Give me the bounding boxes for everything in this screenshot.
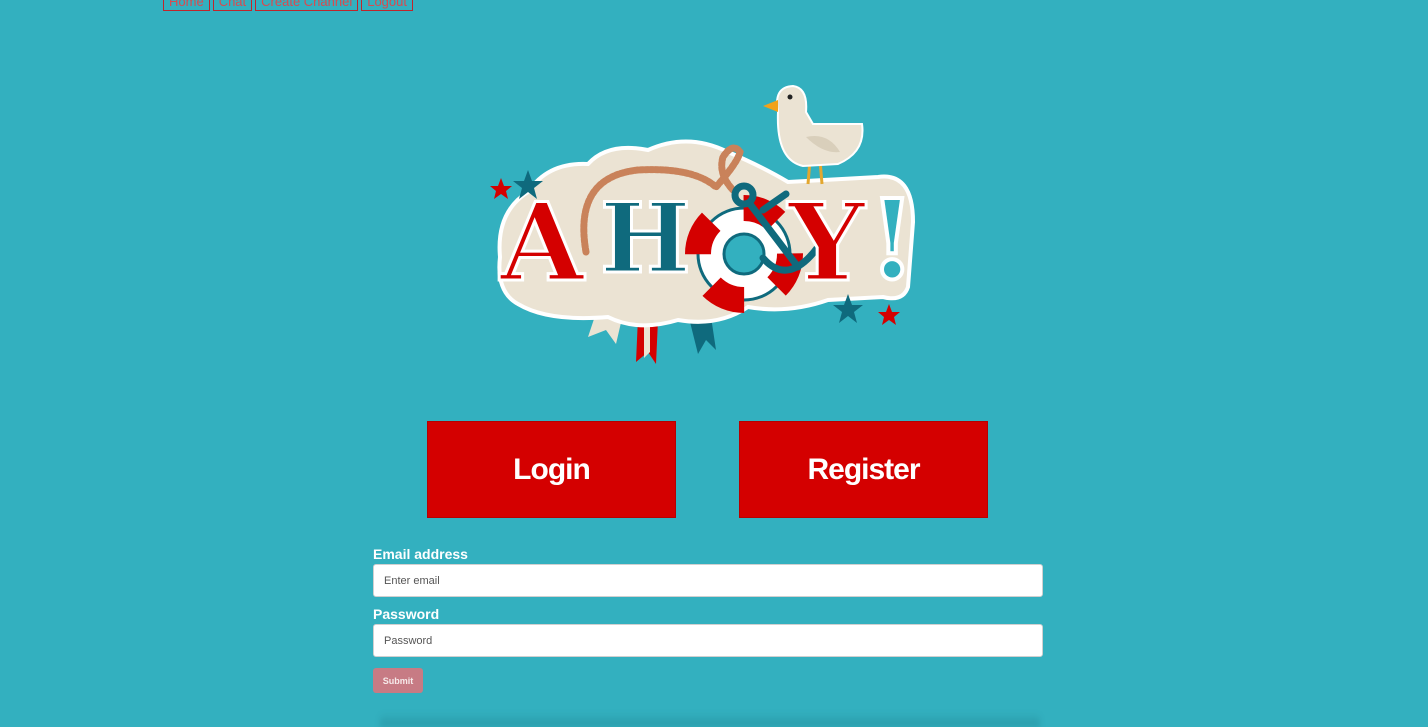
- login-button[interactable]: Login: [427, 421, 676, 518]
- password-label: Password: [373, 606, 440, 622]
- nav-logout-link[interactable]: Logout: [361, 0, 413, 11]
- register-button[interactable]: Register: [739, 421, 988, 518]
- page: Home Chat Create Channel Logout A H Y ! …: [0, 0, 1428, 727]
- email-label: Email address: [373, 546, 468, 562]
- lifebuoy-icon: [685, 195, 803, 313]
- nav-chat-link[interactable]: Chat: [212, 0, 253, 11]
- svg-text:A: A: [499, 180, 586, 306]
- ahoy-logo: A H Y !: [490, 84, 918, 364]
- email-field[interactable]: [373, 564, 1043, 597]
- footer-shadow: [380, 712, 1040, 727]
- top-nav: Home Chat Create Channel Logout: [163, 0, 413, 11]
- svg-text:H: H: [600, 182, 691, 295]
- svg-text:Y: Y: [787, 180, 867, 306]
- login-form: Email address Password Submit: [373, 546, 1043, 693]
- nav-home-link[interactable]: Home: [163, 0, 210, 11]
- seagull-icon: [763, 84, 864, 185]
- svg-text:!: !: [868, 175, 916, 304]
- nav-create-channel-link[interactable]: Create Channel: [255, 0, 359, 11]
- submit-button[interactable]: Submit: [373, 668, 423, 693]
- password-field[interactable]: [373, 624, 1043, 657]
